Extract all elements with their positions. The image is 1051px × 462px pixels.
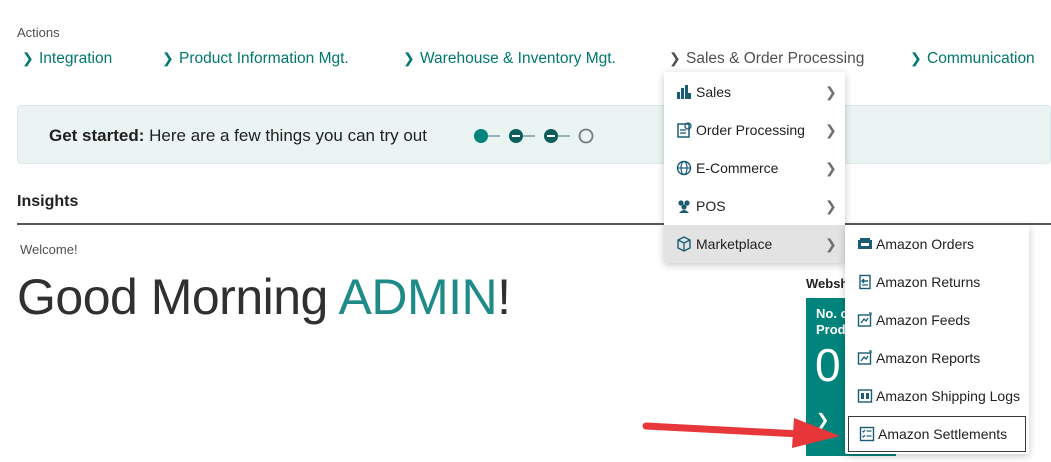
people-icon [675,197,693,215]
chevron-right-icon: ❯ [910,50,922,66]
submenu-item-amazon-feeds[interactable]: Amazon Feeds [845,301,1029,339]
menu-item-label: E-Commerce [696,160,779,176]
order-processing-icon [675,121,693,139]
webshop-title: Websh [806,276,849,291]
menu-item-order-processing[interactable]: Order Processing ❯ [664,111,845,149]
submenu-item-label: Amazon Returns [876,274,981,290]
action-label: Warehouse & Inventory Mgt. [420,50,616,67]
greeting-user: ADMIN [338,269,498,325]
submenu-item-amazon-settlements[interactable]: Amazon Settlements [847,415,1027,453]
chevron-right-icon: ❯ [825,159,837,176]
greeting-prefix: Good Morning [17,269,339,325]
tile-value: 0 [815,339,841,391]
menu-item-label: Marketplace [696,236,773,252]
marketplace-submenu: Amazon Orders Amazon Returns Amazon Feed… [845,225,1029,454]
greeting-headline: Good Morning ADMIN! [17,268,511,326]
chevron-right-icon: ❯ [22,50,34,66]
shipping-logs-icon [856,387,874,405]
action-sales-order-processing[interactable]: ❯ Sales & Order Processing [669,50,864,68]
menu-item-sales[interactable]: Sales ❯ [664,73,845,111]
actions-label: Actions [17,25,60,40]
chevron-right-icon: ❯ [825,121,837,138]
menu-item-label: Order Processing [696,122,805,138]
chevron-right-icon: ❯ [825,197,837,214]
chevron-right-icon: ❯ [825,235,837,252]
annotation-arrow-icon [642,418,840,448]
reports-icon [856,349,874,367]
menu-item-pos[interactable]: POS ❯ [664,187,845,225]
tile-label-line2: Prod [816,322,846,337]
action-integration[interactable]: ❯ Integration [22,50,112,68]
sales-order-processing-menu: Sales ❯ Order Processing ❯ E-Commerce ❯ … [664,72,845,263]
chevron-right-icon: ❯ [403,50,415,66]
submenu-item-amazon-shipping-logs[interactable]: Amazon Shipping Logs [845,377,1029,415]
menu-item-label: Sales [696,84,732,100]
tile-label-line1: No. c [816,306,848,321]
submenu-item-label: Amazon Shipping Logs [876,388,1020,404]
submenu-item-label: Amazon Settlements [878,426,1008,442]
chevron-right-icon: ❯ [669,50,681,66]
submenu-item-label: Amazon Reports [876,350,981,366]
returns-icon [856,273,874,291]
menu-item-label: POS [696,198,726,214]
submenu-item-amazon-returns[interactable]: Amazon Returns [845,263,1029,301]
chevron-right-icon: ❯ [162,50,174,66]
get-started-banner[interactable]: Get started: Here are a few things you c… [17,105,1051,164]
sales-icon [675,83,693,101]
insights-title: Insights [17,193,79,210]
action-label: Product Information Mgt. [179,50,349,67]
marketplace-icon [675,235,693,253]
menu-item-e-commerce[interactable]: E-Commerce ❯ [664,149,845,187]
banner-text: Get started: Here are a few things you c… [49,126,427,146]
action-label: Sales & Order Processing [686,50,865,67]
globe-icon [675,159,693,177]
submenu-item-amazon-orders[interactable]: Amazon Orders [845,225,1029,263]
submenu-item-amazon-reports[interactable]: Amazon Reports [845,339,1029,377]
banner-bold: Get started: [49,126,145,145]
chevron-right-icon: ❯ [825,83,837,100]
menu-item-marketplace[interactable]: Marketplace ❯ [664,225,845,263]
greeting-suffix: ! [497,269,511,325]
tile-label: No. c Prod [816,306,848,338]
action-warehouse-inventory[interactable]: ❯ Warehouse & Inventory Mgt. [403,50,616,68]
progress-step-done [474,129,488,143]
action-label: Integration [39,50,113,67]
progress-step-pending [578,128,594,144]
action-communication[interactable]: ❯ Communication [910,50,1035,68]
welcome-label: Welcome! [20,242,78,257]
submenu-item-label: Amazon Feeds [876,312,971,328]
orders-icon [856,235,874,253]
action-label: Communication [927,50,1035,67]
feeds-icon [856,311,874,329]
settlements-icon [858,425,876,443]
action-product-information[interactable]: ❯ Product Information Mgt. [162,50,349,68]
action-bar: ❯ Integration ❯ Product Information Mgt. ❯… [0,50,1051,70]
banner-description: Here are a few things you can try out [144,126,427,145]
submenu-item-label: Amazon Orders [876,236,975,252]
progress-steps[interactable] [473,127,618,145]
